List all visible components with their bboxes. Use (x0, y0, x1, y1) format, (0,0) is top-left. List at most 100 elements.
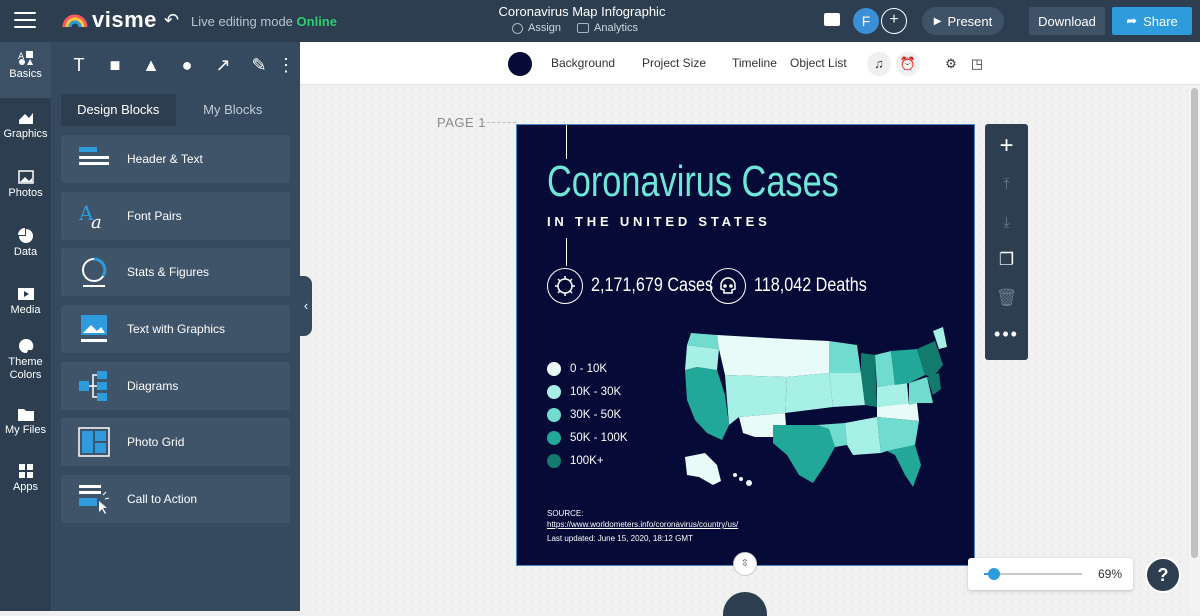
scrollbar-thumb[interactable] (1191, 88, 1198, 558)
zoom-slider-handle[interactable] (987, 568, 1000, 580)
map-region-northwest[interactable] (685, 345, 719, 370)
basics-icon: A (18, 51, 33, 65)
line-tool-icon[interactable]: ↗ (205, 55, 241, 76)
zoom-value: 69% (1098, 567, 1123, 581)
legend-swatch (547, 361, 561, 376)
menu-icon[interactable] (14, 12, 36, 30)
block-tabs: Design Blocks My Blocks (61, 94, 290, 126)
circle-tool-icon[interactable]: ● (169, 55, 205, 76)
map-region-north-mountain[interactable] (717, 335, 787, 377)
analytics-button[interactable]: Analytics (577, 22, 638, 34)
pen-tool-icon[interactable]: ✎ (241, 55, 277, 76)
block-stats-figures[interactable]: Stats & Figures (61, 248, 290, 296)
map-region-dakotas[interactable] (787, 339, 829, 377)
block-text-with-graphics[interactable]: Text with Graphics (61, 305, 290, 353)
rectangle-tool-icon[interactable]: ■ (97, 55, 133, 76)
move-up-icon[interactable]: ⤒ (985, 176, 1028, 193)
block-diagrams[interactable]: Diagrams (61, 362, 290, 410)
settings-gear-icon[interactable]: ⚙ (939, 52, 963, 76)
decor-line-top (566, 125, 567, 159)
analytics-label: Analytics (594, 22, 639, 34)
block-call-to-action[interactable]: Call to Action (61, 475, 290, 523)
timeline-button[interactable]: Timeline (732, 56, 777, 70)
alarm-clock-icon[interactable]: ⏰ (896, 52, 920, 76)
share-label: Share (1143, 13, 1178, 29)
more-tools-icon[interactable]: ⋮ (277, 55, 295, 76)
map-region-deep-south[interactable] (845, 417, 881, 455)
duplicate-page-icon[interactable]: ❐ (985, 250, 1028, 270)
top-bar: visme ↶ Live editing mode Online Coronav… (0, 0, 1200, 42)
block-photo-grid[interactable]: Photo Grid (61, 418, 290, 466)
map-region-texas[interactable] (773, 425, 835, 483)
infographic-page[interactable]: Coronavirus Cases IN THE UNITED STATES 2… (516, 124, 975, 566)
map-region-florida[interactable] (887, 445, 921, 487)
map-region-hawaii[interactable] (746, 480, 752, 486)
share-button[interactable]: ➦ Share (1112, 7, 1192, 35)
rail-item-theme-colors[interactable]: Theme Colors (0, 338, 51, 382)
legend-swatch (547, 407, 561, 422)
move-down-icon[interactable]: ⤓ (985, 214, 1028, 231)
source-link[interactable]: https://www.worldometers.info/coronaviru… (547, 519, 738, 530)
rail-item-media[interactable]: Media (0, 286, 51, 316)
help-button[interactable]: ? (1145, 557, 1181, 593)
virus-icon (547, 268, 583, 304)
rail-item-apps[interactable]: Apps (0, 463, 51, 493)
background-button[interactable]: Background (551, 56, 615, 70)
ai-assistant-icon[interactable]: ◳ (965, 52, 989, 76)
map-region-ohio-valley[interactable] (877, 383, 909, 407)
infographic-title[interactable]: Coronavirus Cases (547, 157, 839, 207)
font-pairs-icon: Aa (78, 201, 102, 233)
map-region-hawaii[interactable] (733, 473, 737, 477)
page-tools: + ⤒ ⤓ ❐ 🗑 ••• (985, 124, 1028, 360)
triangle-tool-icon[interactable]: ▲ (133, 55, 169, 76)
mode-status: Online (296, 14, 337, 29)
avatar[interactable]: F (853, 8, 879, 34)
vertical-scrollbar[interactable] (1189, 86, 1200, 611)
map-region-central-plains[interactable] (785, 373, 833, 413)
legend-item: 0 - 10K (547, 357, 628, 380)
undo-icon[interactable]: ↶ (164, 10, 179, 31)
logo-text: visme (92, 7, 157, 32)
assign-button[interactable]: Assign (512, 22, 561, 34)
more-options-icon[interactable]: ••• (985, 324, 1028, 345)
map-region-minnesota[interactable] (829, 341, 861, 373)
us-map[interactable] (677, 325, 947, 495)
map-region-hawaii[interactable] (739, 477, 743, 481)
cases-stat[interactable]: 2,171,679 Cases (547, 268, 735, 304)
comments-icon[interactable] (824, 13, 840, 26)
add-collaborator-icon[interactable]: + (881, 8, 907, 34)
rail-item-basics[interactable]: A Basics (0, 42, 51, 98)
reorder-handle-icon[interactable]: ⇳ (733, 552, 757, 576)
rail-item-photos[interactable]: Photos (0, 169, 51, 199)
music-icon[interactable]: ♫ (867, 52, 891, 76)
text-tool-icon[interactable]: T (61, 55, 97, 76)
apps-icon (18, 464, 33, 478)
collapse-panel-button[interactable]: ‹ (300, 276, 312, 336)
rail-item-graphics[interactable]: Graphics (0, 110, 51, 140)
tab-design-blocks[interactable]: Design Blocks (61, 94, 176, 126)
download-button[interactable]: Download (1029, 7, 1105, 35)
map-region-west-coast[interactable] (685, 367, 729, 440)
present-label: Present (947, 13, 993, 29)
block-header-text[interactable]: Header & Text (61, 135, 290, 183)
block-font-pairs[interactable]: Aa Font Pairs (61, 192, 290, 240)
present-button[interactable]: ▶ Present (922, 7, 1004, 35)
rail-item-my-files[interactable]: My Files (0, 406, 51, 436)
background-color-swatch[interactable] (508, 52, 532, 76)
legend-swatch (547, 430, 561, 445)
tab-my-blocks[interactable]: My Blocks (176, 94, 291, 126)
delete-page-icon[interactable]: 🗑 (985, 288, 1028, 308)
source-label: SOURCE: (547, 509, 584, 518)
add-page-icon[interactable]: + (985, 132, 1028, 160)
map-region-alaska[interactable] (685, 453, 721, 485)
map-region-iowa-missouri[interactable] (829, 373, 865, 407)
document-title[interactable]: Coronavirus Map Infographic (480, 4, 684, 19)
visme-logo[interactable]: visme (62, 7, 157, 32)
rail-label-photos: Photos (8, 187, 43, 199)
rail-item-data[interactable]: Data (0, 228, 51, 258)
decor-line-mid (566, 238, 567, 266)
deaths-stat[interactable]: 118,042 Deaths (710, 268, 887, 304)
infographic-subtitle[interactable]: IN THE UNITED STATES (547, 214, 771, 229)
object-list-button[interactable]: Object List (790, 56, 847, 70)
project-size-button[interactable]: Project Size (642, 56, 706, 70)
